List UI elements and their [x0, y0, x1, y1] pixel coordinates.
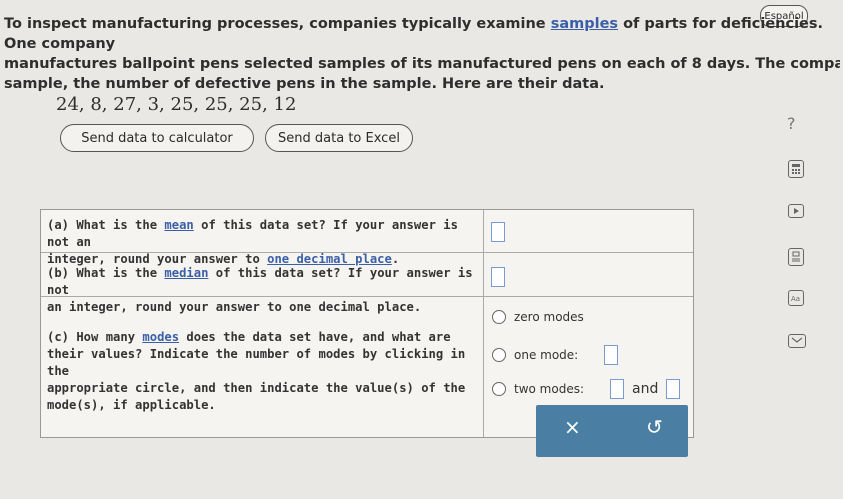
clear-icon[interactable]: ×: [564, 415, 581, 439]
one-mode-value-input[interactable]: [604, 345, 619, 365]
table-data-icon[interactable]: [788, 248, 804, 266]
problem-line-3: sample, the number of defective pens in …: [4, 76, 605, 92]
mean-link[interactable]: mean: [164, 218, 193, 232]
question-table: (a) What is the mean of this data set? I…: [40, 209, 694, 438]
calculator-icon[interactable]: [788, 160, 804, 178]
mean-answer-input[interactable]: [491, 222, 505, 242]
answer-toolbar: × ↺: [536, 405, 688, 457]
two-modes-option[interactable]: two modes: and: [492, 379, 681, 399]
svg-text:Aa: Aa: [791, 295, 800, 302]
problem-line-1: To inspect manufacturing processes, comp…: [4, 16, 824, 52]
problem-line-2: manufactures ballpoint pens selected sam…: [4, 56, 840, 72]
send-to-excel-button[interactable]: Send data to Excel: [265, 124, 413, 152]
two-modes-second-input[interactable]: [666, 379, 681, 399]
two-modes-radio[interactable]: [492, 382, 506, 396]
help-icon[interactable]: ?: [787, 114, 796, 133]
one-mode-option[interactable]: one mode:: [492, 345, 619, 365]
modes-link[interactable]: modes: [142, 330, 179, 344]
send-to-calculator-button[interactable]: Send data to calculator: [60, 124, 254, 152]
samples-link[interactable]: samples: [551, 16, 618, 32]
two-modes-first-input[interactable]: [610, 379, 625, 399]
median-link[interactable]: median: [164, 266, 208, 280]
one-mode-radio[interactable]: [492, 348, 506, 362]
glossary-icon[interactable]: Aa: [788, 290, 804, 306]
video-play-icon[interactable]: [788, 204, 804, 218]
undo-icon[interactable]: ↺: [646, 415, 663, 439]
question-a-row: (a) What is the mean of this data set? I…: [41, 210, 693, 266]
problem-statement: To inspect manufacturing processes, comp…: [4, 14, 840, 94]
median-answer-input[interactable]: [491, 267, 505, 287]
question-c-text: (c) How many modes does the data set hav…: [47, 330, 466, 412]
data-set: 24, 8, 27, 3, 25, 25, 25, 12: [56, 94, 297, 115]
message-icon[interactable]: [788, 334, 806, 348]
zero-modes-option[interactable]: zero modes: [492, 310, 584, 324]
zero-modes-radio[interactable]: [492, 310, 506, 324]
question-b-row: (b) What is the median of this data set?…: [41, 253, 693, 314]
